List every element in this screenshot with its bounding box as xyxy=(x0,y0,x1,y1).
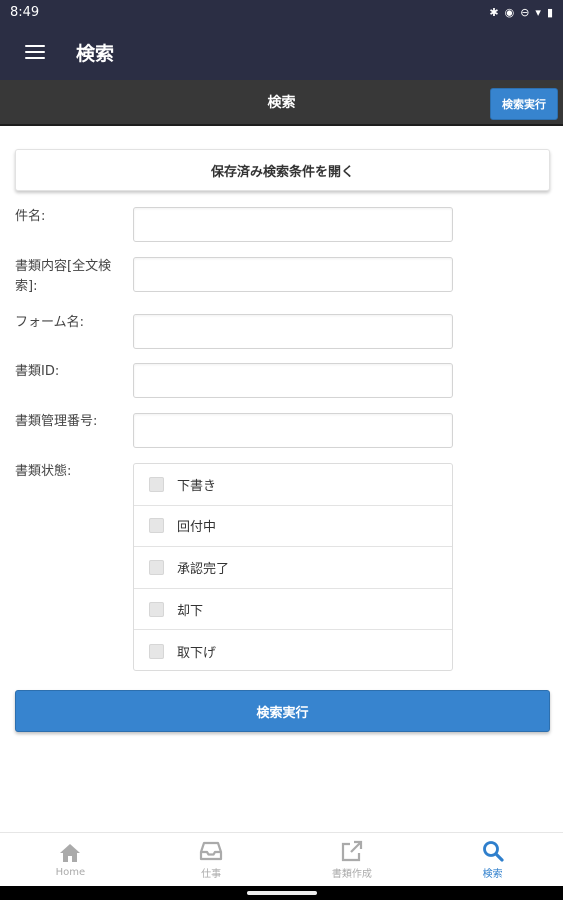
checkbox[interactable] xyxy=(149,518,164,534)
status-option-draft[interactable]: 下書き xyxy=(134,464,452,506)
eye-icon: ◉ xyxy=(504,5,515,19)
status-option-label: 回付中 xyxy=(177,520,217,536)
nav-item-create-document[interactable]: 書類作成 xyxy=(282,833,423,886)
nav-label-create-document: 書類作成 xyxy=(331,869,372,880)
system-navigation-bar xyxy=(0,886,563,900)
home-icon xyxy=(60,844,81,862)
checkbox[interactable] xyxy=(149,476,164,492)
nav-label-home: Home xyxy=(55,867,86,878)
subject-input[interactable] xyxy=(133,207,453,242)
status-option-circulating[interactable]: 回付中 xyxy=(134,506,452,548)
content-fulltext-input[interactable] xyxy=(133,257,453,292)
search-execute-button[interactable]: 検索実行 xyxy=(15,690,550,732)
inbox-icon xyxy=(200,841,223,861)
status-option-label: 承認完了 xyxy=(177,561,230,577)
status-bar: 8:49 ✱ ◉ ⊖ ▾ ▮ xyxy=(0,0,563,24)
header-search-execute-button[interactable]: 検索実行 xyxy=(490,88,558,120)
external-link-icon xyxy=(341,840,362,862)
page-title: 検索 xyxy=(76,42,115,65)
status-option-approved[interactable]: 承認完了 xyxy=(134,547,452,589)
wifi-icon: ▾ xyxy=(535,5,541,19)
app-bar: 検索 xyxy=(0,24,563,80)
nav-item-work[interactable]: 仕事 xyxy=(141,833,282,886)
search-icon xyxy=(482,841,504,862)
doc-number-label: 書類管理番号: xyxy=(15,414,98,429)
nav-label-work: 仕事 xyxy=(201,869,222,880)
checkbox[interactable] xyxy=(149,601,164,617)
doc-number-input[interactable] xyxy=(133,413,453,448)
doc-id-label: 書類ID: xyxy=(15,364,60,379)
doc-id-input[interactable] xyxy=(133,363,453,398)
gesture-handle[interactable] xyxy=(247,891,317,895)
do-not-disturb-icon: ⊖ xyxy=(520,5,530,19)
nav-item-search[interactable]: 検索 xyxy=(422,833,563,886)
status-time: 8:49 xyxy=(10,4,40,20)
status-option-withdrawn[interactable]: 取下げ xyxy=(134,630,452,672)
status-option-label: 下書き xyxy=(177,478,217,494)
sub-header-title: 検索 xyxy=(267,95,296,111)
status-icons: ✱ ◉ ⊖ ▾ ▮ xyxy=(489,6,553,19)
nav-item-home[interactable]: Home xyxy=(0,833,141,886)
bluetooth-icon: ✱ xyxy=(489,5,499,19)
sub-header: 検索 検索実行 xyxy=(0,80,563,126)
checkbox[interactable] xyxy=(149,643,164,659)
status-option-label: 取下げ xyxy=(177,645,217,661)
nav-label-search: 検索 xyxy=(482,869,503,880)
form-name-label: フォーム名: xyxy=(15,315,84,330)
open-saved-conditions-button[interactable]: 保存済み検索条件を開く xyxy=(15,149,550,191)
doc-status-label: 書類状態: xyxy=(15,464,72,479)
status-option-rejected[interactable]: 却下 xyxy=(134,589,452,631)
status-option-label: 却下 xyxy=(177,603,204,619)
doc-status-checkbox-group: 下書き 回付中 承認完了 却下 取下げ xyxy=(133,463,453,671)
battery-icon: ▮ xyxy=(546,5,553,19)
form-name-input[interactable] xyxy=(133,314,453,349)
bottom-nav: Home 仕事 書類作成 検索 xyxy=(0,832,563,886)
subject-label: 件名: xyxy=(15,209,46,224)
checkbox[interactable] xyxy=(149,559,164,575)
menu-icon[interactable] xyxy=(25,45,45,59)
content-fulltext-label: 書類内容[全文検索]: xyxy=(15,259,112,294)
